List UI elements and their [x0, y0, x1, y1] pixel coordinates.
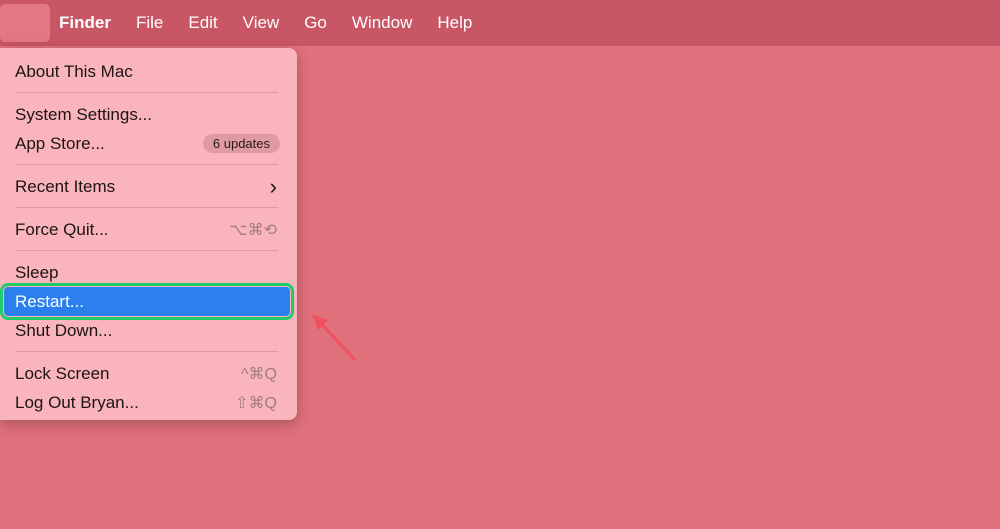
- menu-item-recent-items[interactable]: Recent Items ›: [0, 172, 297, 201]
- label: Lock Screen: [15, 363, 110, 383]
- menu-item-log-out[interactable]: Log Out Bryan... ⇧⌘Q: [0, 388, 297, 417]
- label: Restart...: [15, 291, 84, 311]
- menu-view[interactable]: View: [243, 13, 280, 33]
- shortcut: ^⌘Q: [241, 365, 277, 383]
- shortcut: ⌥⌘⟲: [229, 221, 277, 239]
- menu-item-force-quit[interactable]: Force Quit... ⌥⌘⟲: [0, 215, 297, 244]
- menu-item-sleep[interactable]: Sleep: [0, 258, 297, 287]
- menu-help[interactable]: Help: [437, 13, 472, 33]
- menu-file[interactable]: File: [136, 13, 163, 33]
- label: Shut Down...: [15, 320, 113, 340]
- menu-item-lock-screen[interactable]: Lock Screen ^⌘Q: [0, 359, 297, 388]
- menu-item-shut-down[interactable]: Shut Down...: [0, 316, 297, 345]
- label: Force Quit...: [15, 219, 109, 239]
- label: App Store...: [15, 133, 105, 153]
- shortcut: ⇧⌘Q: [235, 394, 277, 412]
- menu-item-restart[interactable]: Restart...: [0, 283, 294, 320]
- menu-bar: Finder File Edit View Go Window Help: [0, 0, 1000, 46]
- label: About This Mac: [15, 61, 133, 81]
- menu-item-about[interactable]: About This Mac: [0, 57, 297, 86]
- divider: [15, 92, 278, 93]
- menu-finder[interactable]: Finder: [59, 13, 111, 33]
- menu-edit[interactable]: Edit: [188, 13, 217, 33]
- label: Log Out Bryan...: [15, 392, 139, 412]
- label: Recent Items: [15, 176, 116, 196]
- annotation-arrow-icon: [312, 314, 357, 362]
- divider: [15, 250, 278, 251]
- apple-dropdown-menu: About This Mac System Settings... App St…: [0, 48, 297, 420]
- chevron-right-icon: ›: [269, 173, 277, 199]
- label: Sleep: [15, 262, 59, 282]
- divider: [15, 207, 278, 208]
- menu-window[interactable]: Window: [352, 13, 412, 33]
- menu-item-system-settings[interactable]: System Settings...: [0, 100, 297, 129]
- divider: [15, 164, 278, 165]
- menu-go[interactable]: Go: [304, 13, 327, 33]
- label: System Settings...: [15, 104, 152, 124]
- apple-menu-icon[interactable]: [0, 4, 50, 42]
- divider: [15, 351, 278, 352]
- menu-item-app-store[interactable]: App Store... 6 updates: [0, 129, 297, 158]
- updates-badge: 6 updates: [202, 134, 280, 153]
